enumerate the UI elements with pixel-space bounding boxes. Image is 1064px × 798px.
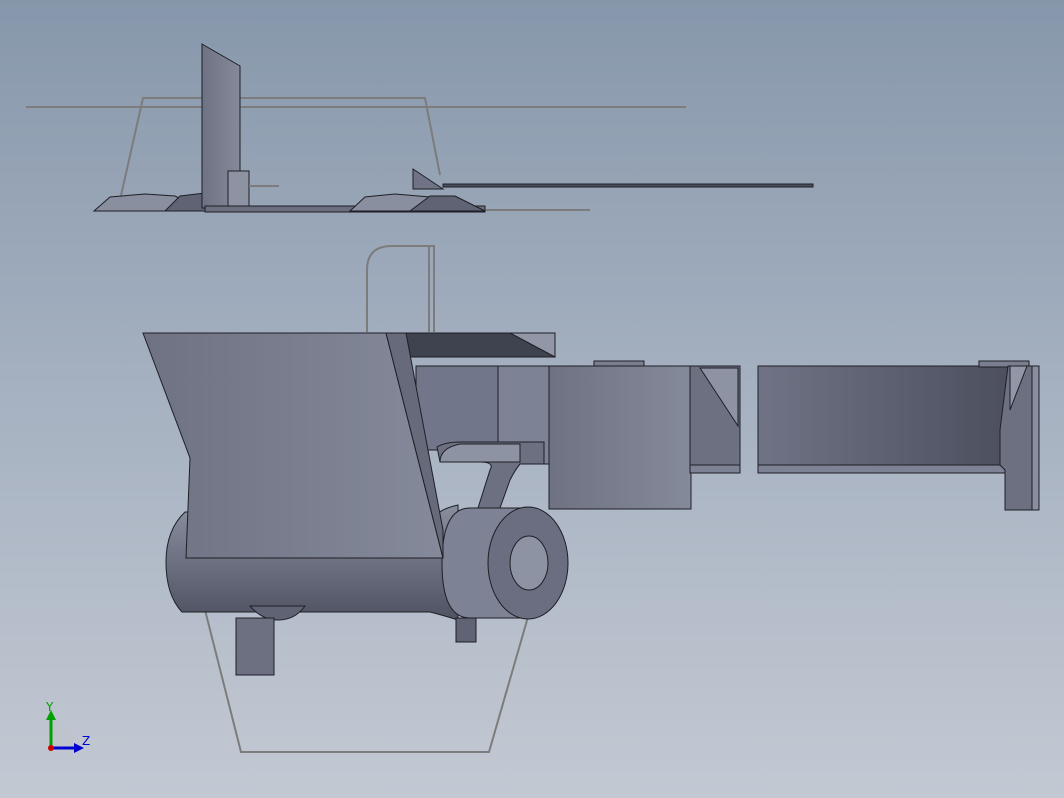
top-sketch (26, 97, 686, 211)
bracket-assembly (142, 332, 1040, 676)
top-view-parts (92, 43, 814, 213)
view-triad: Y Z (45, 700, 90, 753)
graphics-viewport[interactable]: Y Z (0, 0, 1064, 798)
model-canvas[interactable]: Y Z (0, 0, 1064, 798)
triad-z-label: Z (82, 734, 90, 748)
triad-x-axis (48, 745, 54, 751)
triad-y-label: Y (45, 700, 54, 714)
